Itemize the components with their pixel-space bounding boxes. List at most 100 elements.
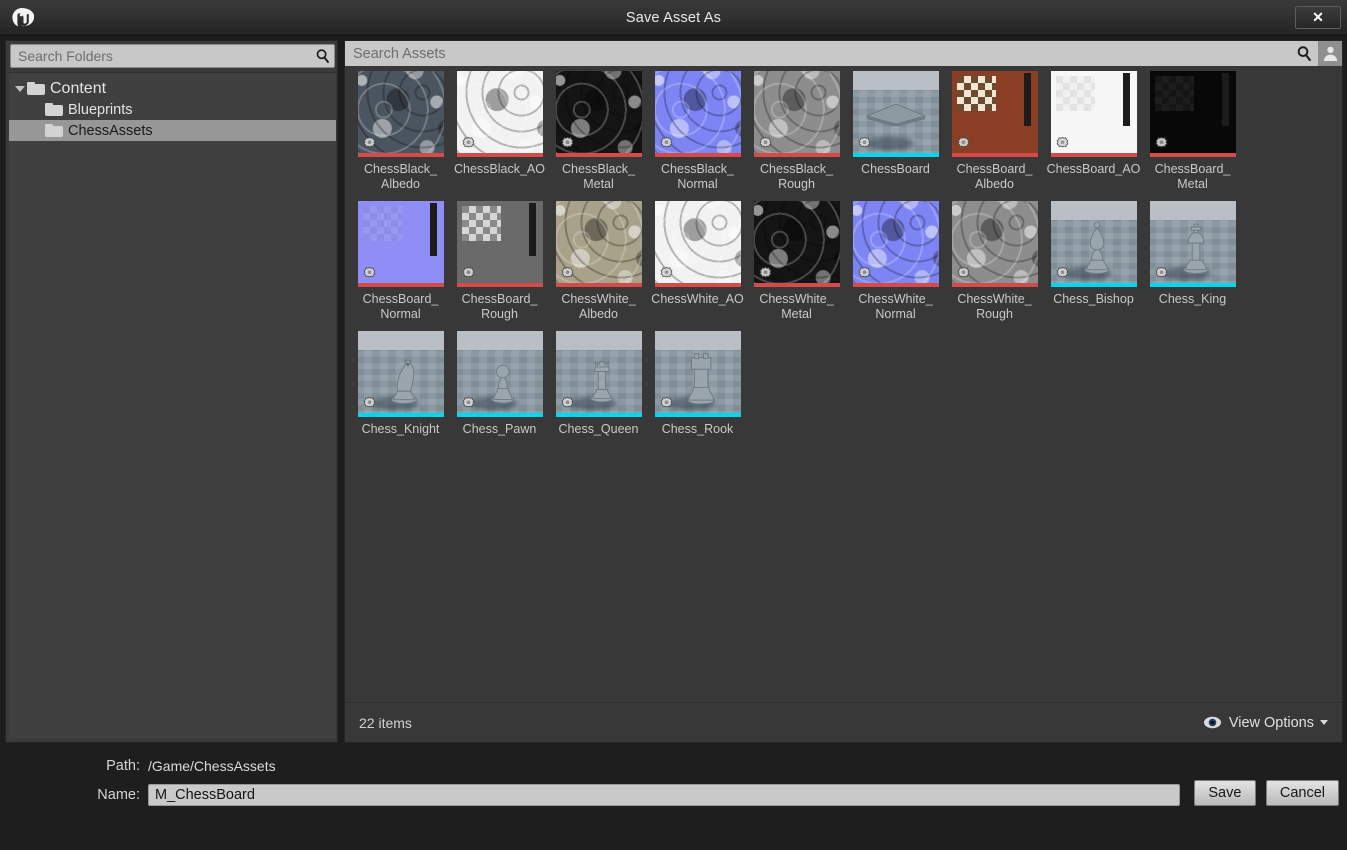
asset-item[interactable]: ChessBlack_ Rough bbox=[747, 71, 846, 192]
checkerboard-pattern bbox=[362, 206, 403, 241]
search-icon bbox=[312, 45, 334, 67]
asset-label: ChessWhite_ Albedo bbox=[561, 292, 636, 321]
asset-item[interactable]: ChessBoard_ Rough bbox=[450, 201, 549, 322]
dialog-title: Save Asset As bbox=[625, 10, 722, 26]
asset-dirty-indicator-icon bbox=[1054, 136, 1071, 153]
asset-thumbnail bbox=[555, 201, 642, 287]
asset-dirty-indicator-icon bbox=[658, 136, 675, 153]
save-form: Path: /Game/ChessAssets Name: Save Cance… bbox=[0, 746, 1347, 850]
chess-piece-pawn-icon bbox=[484, 348, 520, 409]
asset-dirty-indicator-icon bbox=[658, 266, 675, 283]
asset-item[interactable]: ChessWhite_ Rough bbox=[945, 201, 1044, 322]
asset-item[interactable]: Chess_Bishop bbox=[1044, 201, 1143, 322]
asset-label: ChessBlack_AO bbox=[453, 162, 545, 176]
asset-item[interactable]: ChessBlack_AO bbox=[450, 71, 549, 192]
asset-dirty-indicator-icon bbox=[658, 396, 675, 413]
asset-item[interactable]: Chess_King bbox=[1143, 201, 1242, 322]
asset-label: ChessBoard_ Albedo bbox=[956, 162, 1033, 191]
search-assets-bar[interactable]: Search Assets bbox=[345, 41, 1342, 66]
asset-type-color-bar bbox=[1050, 153, 1137, 157]
folder-icon bbox=[45, 124, 63, 137]
asset-item[interactable]: ChessWhite_ Normal bbox=[846, 201, 945, 322]
asset-thumbnail bbox=[357, 331, 444, 417]
asset-thumbnail bbox=[555, 71, 642, 157]
asset-label: Chess_Bishop bbox=[1053, 292, 1134, 306]
path-value: /Game/ChessAssets bbox=[148, 758, 276, 774]
asset-item[interactable]: Chess_Pawn bbox=[450, 331, 549, 437]
asset-type-color-bar bbox=[852, 153, 939, 157]
asset-thumbnail bbox=[456, 331, 543, 417]
asset-item[interactable]: Chess_Queen bbox=[549, 331, 648, 437]
checkerboard-pattern bbox=[1154, 76, 1195, 111]
view-options-button[interactable]: View Options bbox=[1203, 715, 1328, 731]
asset-item[interactable]: ChessWhite_AO bbox=[648, 201, 747, 322]
asset-item[interactable]: ChessBoard bbox=[846, 71, 945, 192]
asset-item[interactable]: ChessWhite_ Metal bbox=[747, 201, 846, 322]
asset-label: ChessBoard bbox=[861, 162, 930, 176]
user-account-icon[interactable] bbox=[1318, 41, 1342, 66]
asset-type-color-bar bbox=[951, 283, 1038, 287]
name-label: Name: bbox=[97, 787, 140, 803]
tree-expand-arrow-icon[interactable] bbox=[13, 82, 27, 96]
search-folders-input[interactable]: Search Folders bbox=[10, 44, 335, 68]
asset-item[interactable]: ChessBlack_ Normal bbox=[648, 71, 747, 192]
asset-type-color-bar bbox=[951, 153, 1038, 157]
asset-type-color-bar bbox=[357, 283, 444, 287]
asset-label: Chess_Rook bbox=[661, 422, 734, 436]
asset-label: Chess_Queen bbox=[558, 422, 639, 436]
asset-thumbnail bbox=[1050, 201, 1137, 287]
asset-dirty-indicator-icon bbox=[460, 396, 477, 413]
path-row: Path: /Game/ChessAssets bbox=[0, 758, 276, 774]
board-edge bbox=[1023, 72, 1031, 127]
save-button[interactable]: Save bbox=[1193, 780, 1256, 806]
asset-type-color-bar bbox=[852, 283, 939, 287]
asset-type-color-bar bbox=[753, 153, 840, 157]
asset-type-color-bar bbox=[555, 153, 642, 157]
folder-tree-item-content[interactable]: Content bbox=[9, 78, 336, 99]
asset-thumbnail bbox=[852, 201, 939, 287]
asset-grid: ChessBlack_ Albedo ChessBlack_AO ChessBlac… bbox=[345, 66, 1342, 702]
asset-dirty-indicator-icon bbox=[559, 136, 576, 153]
search-icon[interactable] bbox=[1290, 41, 1318, 66]
asset-dirty-indicator-icon bbox=[361, 136, 378, 153]
asset-item[interactable]: ChessBlack_ Albedo bbox=[351, 71, 450, 192]
cancel-button[interactable]: Cancel bbox=[1265, 780, 1339, 806]
chess-piece-king-icon bbox=[1177, 216, 1215, 279]
asset-type-color-bar bbox=[654, 413, 741, 417]
asset-dirty-indicator-icon bbox=[757, 266, 774, 283]
asset-dirty-indicator-icon bbox=[955, 266, 972, 283]
asset-item[interactable]: ChessBoard_ Albedo bbox=[945, 71, 1044, 192]
asset-dirty-indicator-icon bbox=[559, 266, 576, 283]
asset-thumbnail bbox=[1149, 201, 1236, 287]
asset-item[interactable]: ChessBlack_ Metal bbox=[549, 71, 648, 192]
checkerboard-pattern bbox=[956, 76, 997, 111]
asset-thumbnail bbox=[852, 71, 939, 157]
asset-item[interactable]: ChessBoard_ Normal bbox=[351, 201, 450, 322]
save-asset-as-dialog: Save Asset As ✕ Search Folders Content Bl… bbox=[0, 0, 1347, 850]
asset-dirty-indicator-icon bbox=[1054, 266, 1071, 283]
asset-item[interactable]: ChessWhite_ Albedo bbox=[549, 201, 648, 322]
folder-tree-item-blueprints[interactable]: Blueprints bbox=[9, 99, 336, 120]
asset-label: ChessBoard_ Metal bbox=[1154, 162, 1231, 191]
asset-item[interactable]: ChessBoard_AO bbox=[1044, 71, 1143, 192]
asset-dirty-indicator-icon bbox=[361, 396, 378, 413]
asset-item[interactable]: Chess_Knight bbox=[351, 331, 450, 437]
asset-name-input[interactable] bbox=[148, 784, 1180, 806]
asset-type-color-bar bbox=[456, 283, 543, 287]
asset-item[interactable]: ChessBoard_ Metal bbox=[1143, 71, 1242, 192]
asset-item[interactable]: Chess_Rook bbox=[648, 331, 747, 437]
path-label: Path: bbox=[106, 758, 140, 774]
close-button[interactable]: ✕ bbox=[1295, 6, 1341, 29]
asset-thumbnail bbox=[456, 201, 543, 287]
folder-tree-item-chessassets[interactable]: ChessAssets bbox=[9, 120, 336, 141]
asset-type-color-bar bbox=[555, 283, 642, 287]
asset-label: Chess_King bbox=[1158, 292, 1227, 306]
asset-label: ChessWhite_ Normal bbox=[858, 292, 933, 321]
asset-label: Chess_Pawn bbox=[462, 422, 537, 436]
board-edge bbox=[1221, 72, 1229, 127]
folder-tree-item-label: ChessAssets bbox=[68, 122, 153, 139]
asset-dirty-indicator-icon bbox=[460, 266, 477, 283]
eye-icon bbox=[1203, 716, 1223, 730]
folder-icon bbox=[27, 82, 45, 95]
